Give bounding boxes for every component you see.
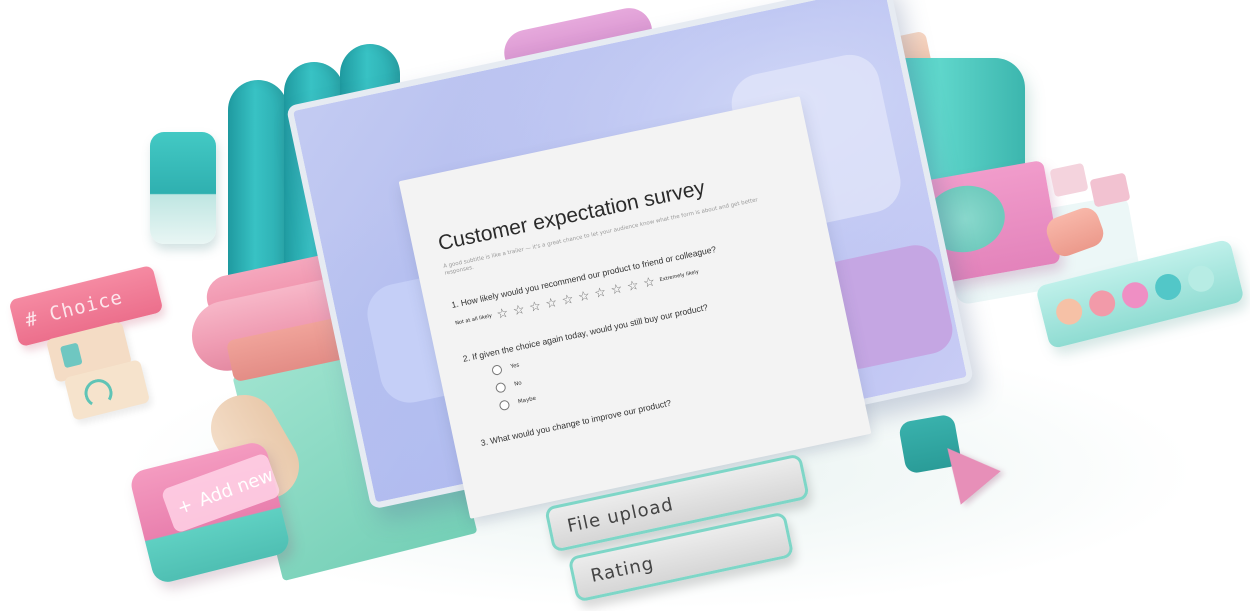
rating-label: Rating <box>588 552 656 587</box>
star-icon[interactable]: ☆ <box>609 281 624 298</box>
star-icon[interactable]: ☆ <box>528 299 543 316</box>
star-icon[interactable]: ☆ <box>544 295 559 312</box>
file-upload-label: File upload <box>565 493 676 537</box>
option-label: Yes <box>510 362 520 370</box>
scale-max-label: Extremely likely <box>659 269 700 284</box>
star-icon[interactable]: ☆ <box>626 278 641 295</box>
scene: # Choice + Add new Customer expectation … <box>0 0 1250 611</box>
star-icon[interactable]: ☆ <box>561 292 576 309</box>
pink-square <box>1049 162 1089 198</box>
star-icon[interactable]: ☆ <box>577 288 592 305</box>
radio-icon[interactable] <box>498 399 511 412</box>
swatch-plus <box>1185 263 1217 295</box>
swatch <box>1086 287 1118 320</box>
radio-icon[interactable] <box>491 363 503 376</box>
scale-min-label: Not at all likely <box>454 313 493 327</box>
radio-icon[interactable] <box>494 381 507 394</box>
image-tile-icon <box>59 342 83 369</box>
option-label: Maybe <box>517 395 537 406</box>
star-icon[interactable]: ☆ <box>495 305 510 322</box>
teal-hexagon-jar <box>150 132 216 244</box>
star-icon[interactable]: ☆ <box>642 274 657 291</box>
star-icon[interactable]: ☆ <box>512 302 527 319</box>
plus-icon: + <box>174 493 196 519</box>
ring-icon <box>81 376 116 411</box>
swatch <box>1119 279 1151 311</box>
swatch <box>1053 295 1085 328</box>
swatch <box>1152 271 1184 303</box>
star-icon[interactable]: ☆ <box>593 285 608 302</box>
option-label: No <box>513 380 523 388</box>
